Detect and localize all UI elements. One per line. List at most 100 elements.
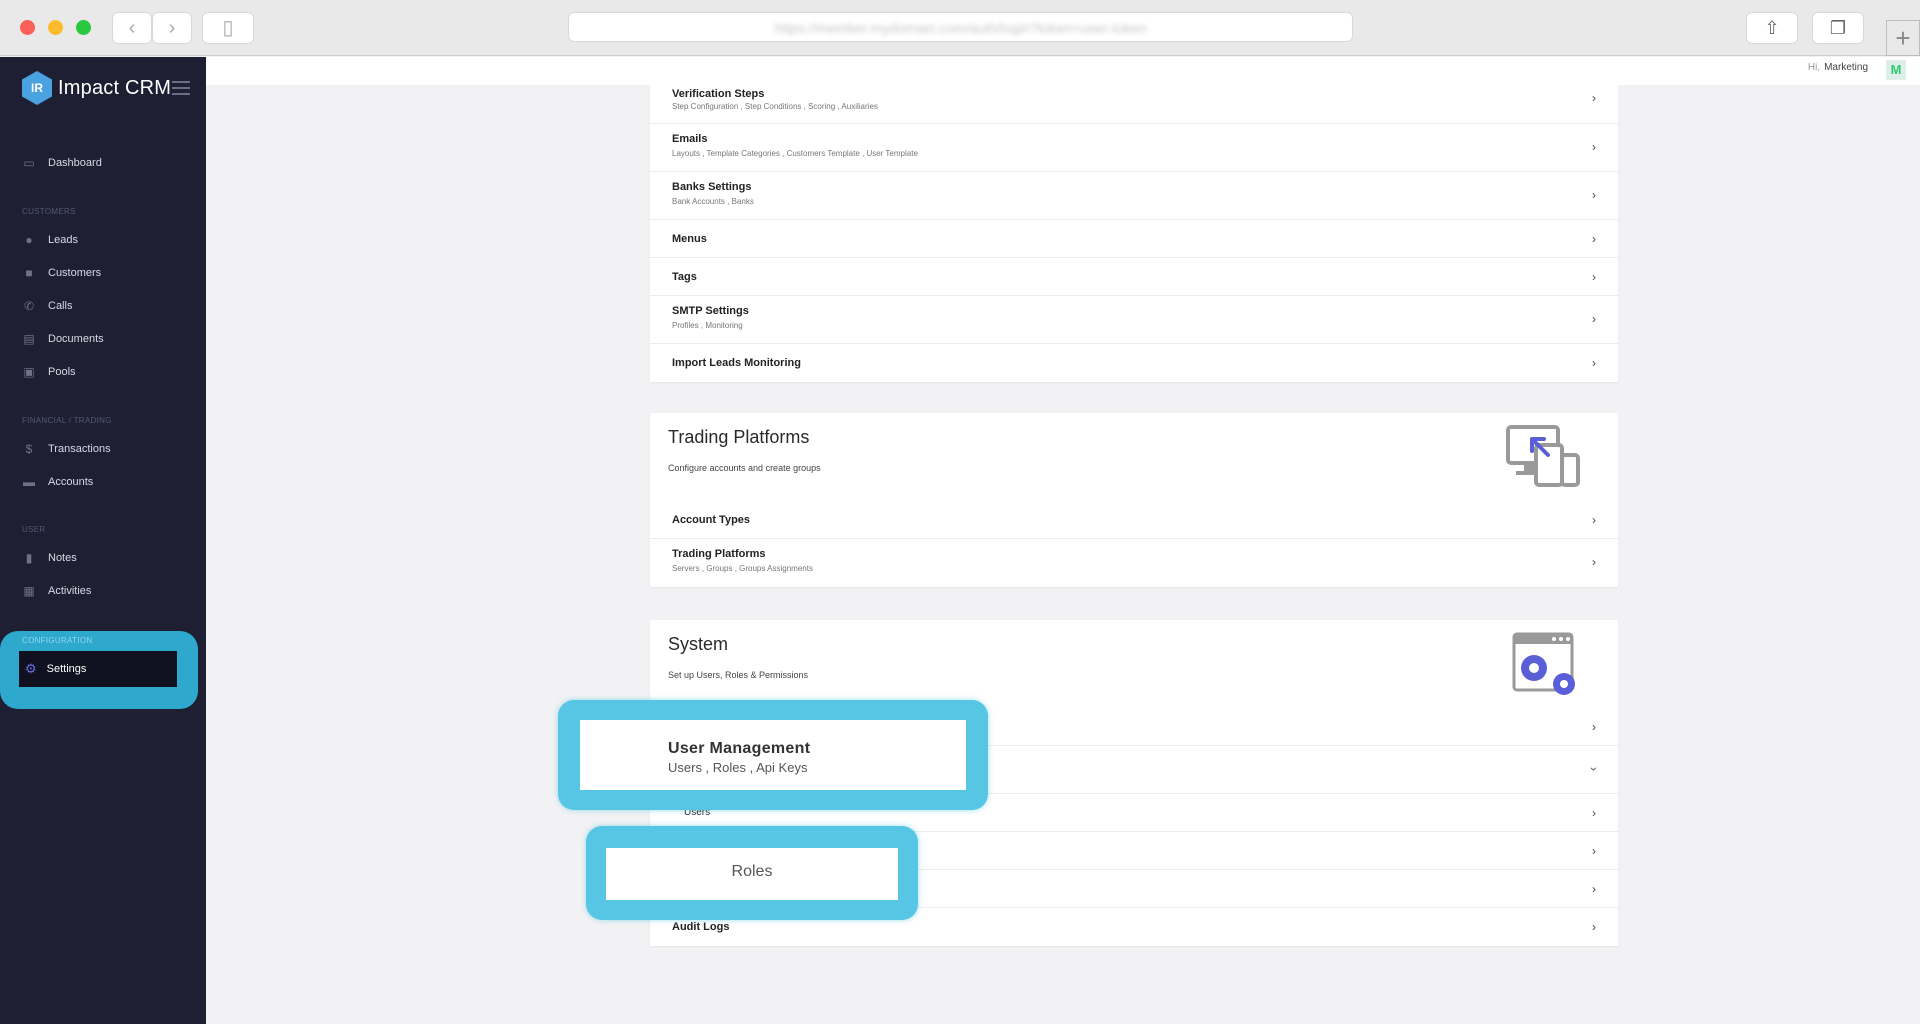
sidebar-item-accounts[interactable]: ▬ Accounts: [22, 470, 93, 494]
settings-gears-illustration-icon: [1512, 632, 1582, 705]
callout-title: User Management: [668, 740, 811, 757]
briefcase-icon: ▣: [23, 365, 35, 379]
calendar-icon: ▦: [23, 584, 35, 598]
card-subtitle: Set up Users, Roles & Permissions: [668, 670, 809, 680]
user-name: Marketing: [1824, 62, 1868, 73]
chevron-right-icon: ›: [1592, 91, 1596, 105]
sidebar-item-leads[interactable]: ● Leads: [22, 228, 78, 252]
list-item-smtp-settings[interactable]: SMTP Settings Profiles , Monitoring ›: [650, 296, 1618, 344]
address-bar[interactable]: https://member.mydomain.com/auth/login?t…: [568, 12, 1353, 42]
sidebar-item-pools[interactable]: ▣ Pools: [22, 360, 76, 384]
top-bar: Hi, Marketing M: [206, 57, 1920, 85]
sidebar-item-label: Accounts: [48, 476, 94, 488]
chevron-right-icon: ›: [1592, 312, 1596, 326]
chevron-right-icon: ›: [1592, 882, 1596, 896]
section-financial: FINANCIAL / TRADING: [22, 416, 112, 425]
section-configuration: CONFIGURATION: [22, 636, 93, 645]
chevron-down-icon: ›: [1587, 767, 1601, 771]
chevron-right-icon: ›: [1592, 920, 1596, 934]
chevron-right-icon: ›: [1592, 513, 1596, 527]
sidebar-toggle-button[interactable]: ▯: [202, 12, 254, 44]
menu-toggle-icon[interactable]: [172, 81, 190, 99]
sidebar-item-customers[interactable]: ■ Customers: [22, 261, 101, 285]
chevron-right-icon: ›: [1592, 270, 1596, 284]
sidebar-item-activities[interactable]: ▦ Activities: [22, 579, 91, 603]
section-user: USER: [22, 525, 46, 534]
share-icon: ⇧: [1764, 18, 1780, 38]
sidebar-item-label: Calls: [48, 300, 73, 312]
logo-icon: IR: [22, 71, 52, 105]
chevron-right-icon: ›: [1592, 844, 1596, 858]
list-item-menus[interactable]: Menus ›: [650, 220, 1618, 258]
forward-button[interactable]: ›: [152, 12, 192, 44]
chevron-left-icon: ‹: [128, 17, 136, 39]
chevron-right-icon: ›: [1592, 188, 1596, 202]
sidebar-icon: ▯: [222, 17, 234, 39]
tabs-icon: ❐: [1829, 18, 1847, 38]
chevron-right-icon: ›: [1592, 140, 1596, 154]
dollar-icon: $: [25, 442, 33, 456]
user-management-callout[interactable]: User Management Users , Roles , Api Keys: [580, 720, 966, 790]
close-window-button[interactable]: [20, 20, 35, 35]
sidebar-item-calls[interactable]: ✆ Calls: [22, 294, 72, 318]
card-header: System Set up Users, Roles & Permissions: [650, 620, 1618, 708]
sidebar-item-documents[interactable]: ▤ Documents: [22, 327, 104, 351]
trading-platforms-card: Trading Platforms Configure accounts and…: [650, 413, 1618, 587]
user-management-highlight: User Management Users , Roles , Api Keys: [558, 700, 988, 810]
devices-illustration-icon: [1506, 425, 1582, 494]
new-tab-button[interactable]: +: [1886, 20, 1920, 56]
sidebar-item-label: Transactions: [48, 443, 111, 455]
card-title: System: [668, 634, 729, 654]
roles-highlight: Roles: [586, 826, 918, 920]
share-button[interactable]: ⇧: [1746, 12, 1798, 44]
chevron-right-icon: ›: [1592, 720, 1596, 734]
back-button[interactable]: ‹: [112, 12, 152, 44]
list-item-banks-settings[interactable]: Banks Settings Bank Accounts , Banks ›: [650, 172, 1618, 220]
list-item-import-leads-monitoring[interactable]: Import Leads Monitoring ›: [650, 344, 1618, 382]
section-customers: CUSTOMERS: [22, 207, 76, 216]
list-item-account-types[interactable]: Account Types ›: [650, 501, 1618, 539]
chevron-right-icon: ›: [1592, 232, 1596, 246]
sidebar-item-label: Pools: [48, 366, 76, 378]
sidebar-item-settings[interactable]: ⚙ Settings: [19, 651, 177, 687]
list-item-verification-steps[interactable]: Verification Steps Step Configuration , …: [650, 85, 1618, 124]
gear-icon: ⚙: [25, 661, 37, 676]
browser-toolbar: ‹ › ▯ https://member.mydomain.com/auth/l…: [0, 0, 1920, 56]
card-header: Trading Platforms Configure accounts and…: [650, 413, 1618, 501]
sidebar-item-label: Dashboard: [48, 157, 102, 169]
sidebar-item-label: Customers: [48, 267, 102, 279]
list-item-trading-platforms[interactable]: Trading Platforms Servers , Groups , Gro…: [650, 539, 1618, 587]
url-text: https://member.mydomain.com/auth/login?t…: [774, 20, 1147, 36]
minimize-window-button[interactable]: [48, 20, 63, 35]
brand-name: Impact CRM: [58, 76, 172, 99]
chevron-right-icon: ›: [1592, 806, 1596, 820]
sidebar-item-notes[interactable]: ▮ Notes: [22, 546, 77, 570]
sidebar-item-label: Activities: [48, 585, 92, 597]
sidebar-item-dashboard[interactable]: ▭ Dashboard: [22, 151, 102, 175]
contact-card-icon: ■: [25, 266, 33, 280]
inbox-icon: ▤: [23, 332, 35, 346]
card-subtitle: Configure accounts and create groups: [668, 463, 821, 473]
sidebar-item-label: Documents: [48, 333, 104, 345]
list-item-emails[interactable]: Emails Layouts , Template Categories , C…: [650, 124, 1618, 172]
wallet-icon: ▬: [23, 475, 35, 489]
roles-callout[interactable]: Roles: [606, 848, 898, 900]
maximize-window-button[interactable]: [76, 20, 91, 35]
config-list-card: Verification Steps Step Configuration , …: [650, 85, 1618, 382]
list-item-tags[interactable]: Tags ›: [650, 258, 1618, 296]
roles-label: Roles: [731, 863, 773, 880]
plus-icon: +: [1895, 23, 1911, 53]
sidebar-item-transactions[interactable]: $ Transactions: [22, 437, 111, 461]
chevron-right-icon: ›: [1592, 555, 1596, 569]
brand-logo[interactable]: IR Impact CRM: [22, 71, 171, 105]
clipboard-icon: ▮: [25, 551, 33, 565]
sidebar-item-label: Leads: [48, 234, 78, 246]
callout-subtitle: Users , Roles , Api Keys: [668, 760, 808, 775]
tabs-button[interactable]: ❐: [1812, 12, 1864, 44]
monitor-icon: ▭: [23, 156, 35, 170]
avatar[interactable]: M: [1886, 60, 1906, 80]
phone-icon: ✆: [23, 299, 35, 313]
user-greeting[interactable]: Hi, Marketing: [1808, 62, 1868, 73]
card-title: Trading Platforms: [668, 427, 810, 447]
sidebar: IR Impact CRM ▭ Dashboard CUSTOMERS ● Le…: [0, 57, 206, 1024]
